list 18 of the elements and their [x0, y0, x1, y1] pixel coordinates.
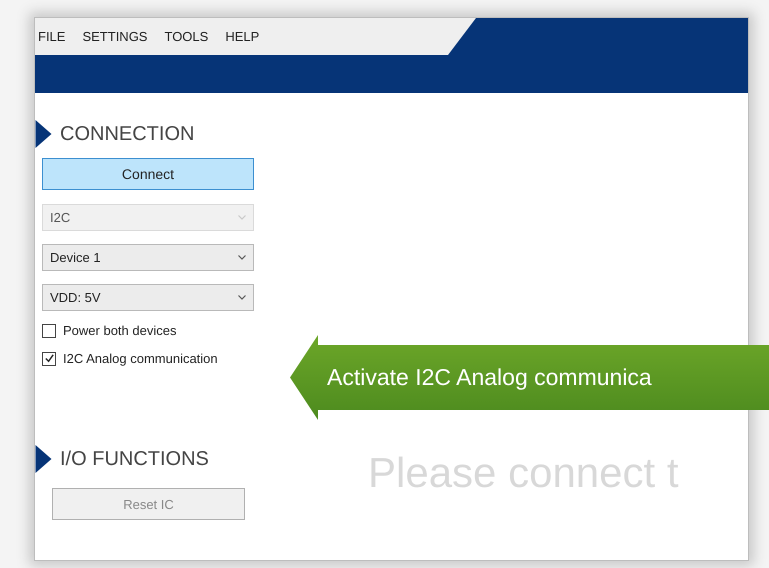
caret-icon — [238, 255, 246, 260]
checkbox-label: Power both devices — [63, 323, 176, 338]
dropdown[interactable]: VDD: 5V — [42, 284, 254, 311]
triangle-icon — [35, 445, 52, 473]
menu-item[interactable]: HELP — [225, 29, 260, 44]
menu-item[interactable]: FILE — [38, 29, 66, 44]
menu-item[interactable]: SETTINGS — [82, 29, 148, 44]
connect-button[interactable]: Connect — [42, 158, 254, 190]
checkbox[interactable] — [42, 352, 56, 366]
checkbox-label: I2C Analog communication — [63, 351, 218, 366]
caret-icon — [238, 215, 246, 220]
section-title: I/O FUNCTIONS — [60, 448, 209, 470]
checkbox[interactable] — [42, 324, 56, 338]
caret-icon — [238, 295, 246, 300]
menu-item[interactable]: TOOLS — [164, 29, 208, 44]
triangle-icon — [35, 120, 52, 148]
section-title: CONNECTION — [60, 122, 194, 146]
dropdown[interactable]: Device 1 — [42, 244, 254, 271]
